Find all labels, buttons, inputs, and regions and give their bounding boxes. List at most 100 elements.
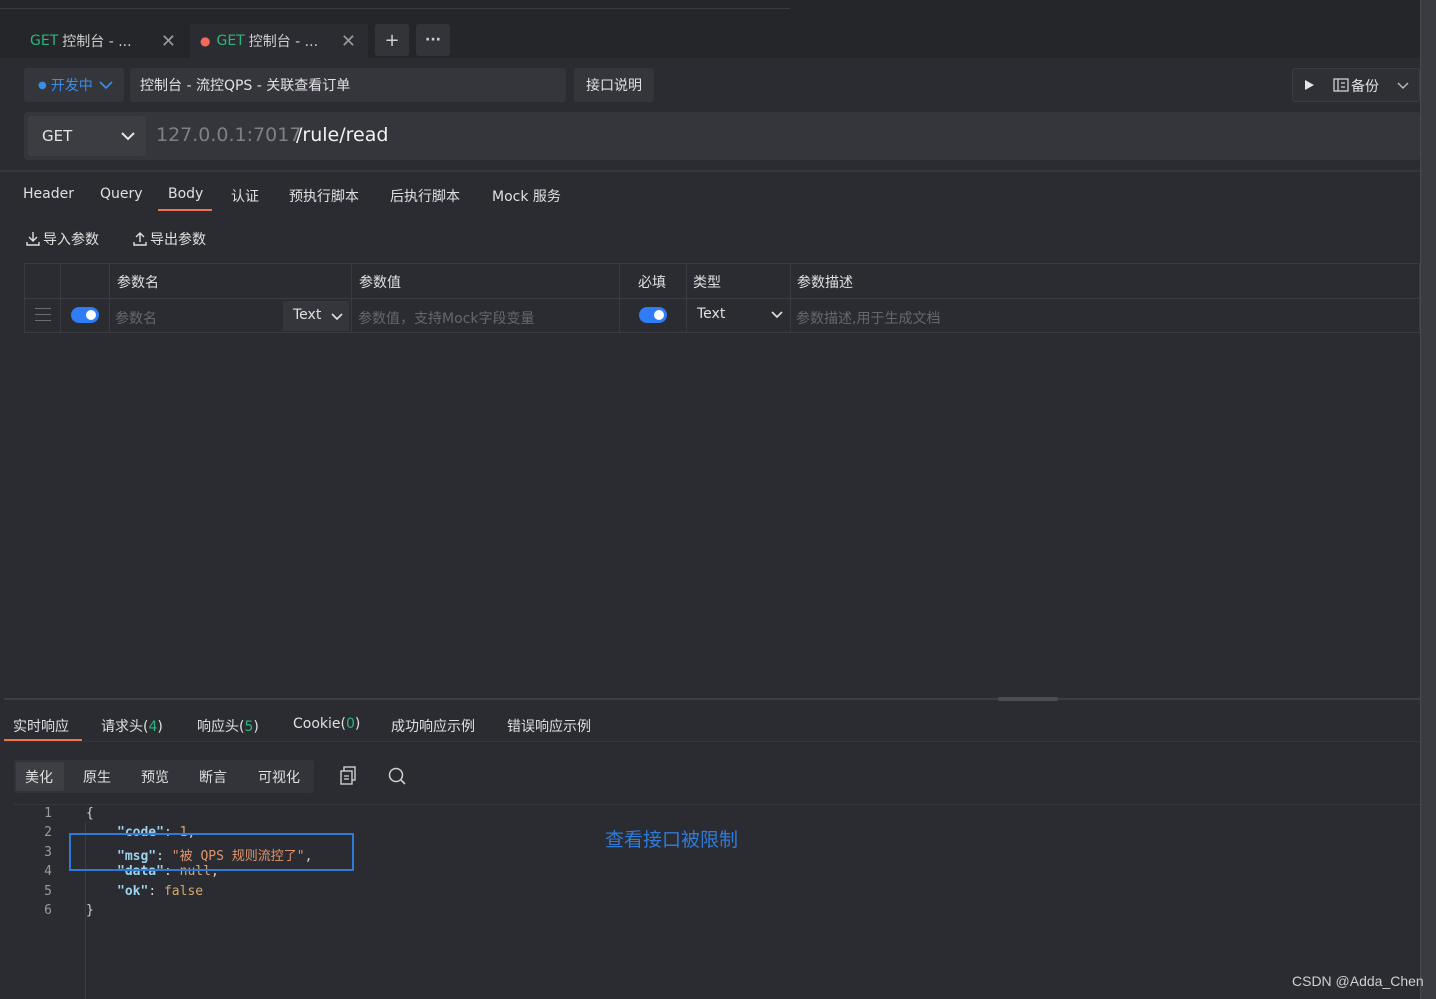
watermark: CSDN @Adda_Chen bbox=[1292, 973, 1424, 989]
divider bbox=[4, 741, 1420, 742]
download-icon bbox=[26, 232, 40, 246]
header-param-value: 参数值 bbox=[359, 275, 401, 291]
paren: ) bbox=[354, 716, 361, 732]
tab-post-script[interactable]: 后执行脚本 bbox=[390, 186, 460, 206]
import-params-button[interactable]: 导入参数 bbox=[25, 229, 99, 249]
chevron-down-icon bbox=[331, 313, 343, 321]
tab-bar: GET 控制台 - ... ✕ ● GET 控制台 - ... ✕ + ··· bbox=[0, 0, 1420, 58]
paren: ) bbox=[157, 719, 163, 735]
tab-cookie[interactable]: Cookie(0) bbox=[293, 716, 360, 732]
line-number: 5 bbox=[44, 884, 52, 899]
view-visualize[interactable]: 可视化 bbox=[258, 767, 300, 787]
required-toggle[interactable] bbox=[639, 307, 667, 323]
tab-request-headers[interactable]: 请求头(4) bbox=[101, 716, 163, 736]
api-path[interactable]: 控制台 - 流控QPS - 关联查看订单 bbox=[130, 68, 566, 102]
chevron-down-icon bbox=[99, 81, 113, 90]
tab-pre-script[interactable]: 预执行脚本 bbox=[289, 186, 359, 206]
header-description: 参数描述 bbox=[797, 275, 853, 291]
code-line-1: { bbox=[86, 806, 94, 821]
export-params-button[interactable]: 导出参数 bbox=[132, 229, 206, 249]
tab-label: Cookie( bbox=[293, 716, 346, 732]
status-label: 开发中 bbox=[50, 78, 93, 94]
close-icon[interactable]: ✕ bbox=[341, 31, 356, 52]
tab-request-1[interactable]: GET 控制台 - ... ✕ bbox=[20, 24, 188, 58]
upload-icon bbox=[133, 232, 147, 246]
add-tab-button[interactable]: + bbox=[375, 24, 409, 56]
line-number: 4 bbox=[44, 864, 52, 879]
status-dot-icon: ● bbox=[38, 79, 47, 91]
tab-label: 请求头( bbox=[101, 719, 149, 735]
tab-success-example[interactable]: 成功响应示例 bbox=[391, 716, 475, 736]
backup-button[interactable]: 备份 bbox=[1351, 76, 1379, 96]
header-required: 必填 bbox=[638, 275, 666, 291]
paren: ) bbox=[253, 719, 259, 735]
window-edge bbox=[1420, 0, 1436, 999]
search-icon[interactable] bbox=[387, 766, 407, 786]
code-line-6: } bbox=[86, 903, 94, 918]
url-host[interactable]: 127.0.0.1:7017 bbox=[156, 124, 301, 146]
header-type: 类型 bbox=[693, 275, 721, 291]
tab-response-headers[interactable]: 响应头(5) bbox=[197, 716, 259, 736]
status-select[interactable]: ● 开发中 bbox=[24, 68, 124, 102]
type-select-label[interactable]: Text bbox=[697, 306, 725, 322]
param-type-select[interactable]: Text bbox=[283, 301, 349, 331]
brace: { bbox=[86, 806, 94, 821]
tab-title: 控制台 - ... bbox=[62, 34, 132, 50]
tab-query[interactable]: Query bbox=[100, 186, 143, 202]
tab-title: 控制台 - ... bbox=[248, 34, 319, 50]
backup-icon bbox=[1333, 78, 1349, 92]
line-number: 1 bbox=[44, 806, 52, 821]
param-value-input[interactable]: 参数值，支持Mock字段变量 bbox=[358, 308, 534, 328]
line-number: 6 bbox=[44, 903, 52, 918]
brace: } bbox=[86, 903, 94, 918]
resize-handle[interactable] bbox=[998, 697, 1058, 701]
method-select[interactable]: GET bbox=[28, 116, 146, 156]
view-assert[interactable]: 断言 bbox=[199, 767, 227, 787]
view-raw[interactable]: 原生 bbox=[83, 767, 111, 787]
active-tab-indicator bbox=[158, 209, 212, 211]
params-table: 参数名 参数值 必填 类型 参数描述 参数名 Text 参数值，支持Mock字段… bbox=[24, 263, 1420, 333]
line-number: 3 bbox=[44, 845, 52, 860]
chevron-down-icon[interactable] bbox=[1397, 82, 1409, 90]
copy-icon[interactable] bbox=[339, 766, 357, 786]
tab-label: 响应头( bbox=[197, 719, 245, 735]
api-doc-button[interactable]: 接口说明 bbox=[574, 68, 654, 102]
tab-auth[interactable]: 认证 bbox=[231, 186, 259, 206]
run-group: 备份 bbox=[1292, 68, 1420, 102]
tab-realtime-response[interactable]: 实时响应 bbox=[13, 716, 69, 736]
view-beautify[interactable]: 美化 bbox=[25, 767, 53, 787]
method-label: GET bbox=[42, 127, 73, 145]
count-badge: 0 bbox=[345, 716, 355, 732]
chevron-down-icon bbox=[121, 132, 135, 141]
drag-handle-icon[interactable] bbox=[35, 308, 51, 326]
param-name-input[interactable]: 参数名 bbox=[115, 308, 157, 328]
divider bbox=[14, 804, 1420, 805]
tab-mock[interactable]: Mock 服务 bbox=[492, 186, 561, 206]
play-icon[interactable] bbox=[1303, 79, 1315, 91]
import-label: 导入参数 bbox=[43, 232, 99, 248]
pane-divider bbox=[4, 698, 1420, 700]
url-path[interactable]: /rule/read bbox=[296, 124, 388, 146]
param-type-label: Text bbox=[293, 307, 322, 323]
view-mode-group: 美化 原生 预览 断言 可视化 bbox=[14, 760, 314, 793]
table-header bbox=[25, 264, 1419, 299]
annotation-text: 查看接口被限制 bbox=[605, 829, 739, 851]
tab-error-example[interactable]: 错误响应示例 bbox=[507, 716, 591, 736]
header-param-name: 参数名 bbox=[117, 275, 159, 291]
param-description-input[interactable]: 参数描述,用于生成文档 bbox=[796, 308, 940, 328]
unsaved-dot-icon: ● bbox=[200, 34, 211, 48]
close-icon[interactable]: ✕ bbox=[161, 31, 176, 52]
view-preview[interactable]: 预览 bbox=[141, 767, 169, 787]
url-bar: GET 127.0.0.1:7017 /rule/read bbox=[24, 112, 1420, 160]
chevron-down-icon[interactable] bbox=[771, 311, 783, 319]
enable-toggle[interactable] bbox=[71, 307, 99, 323]
tab-header[interactable]: Header bbox=[23, 186, 74, 202]
tab-body[interactable]: Body bbox=[168, 186, 203, 202]
highlight-box bbox=[69, 833, 354, 871]
tab-request-2[interactable]: ● GET 控制台 - ... ✕ bbox=[190, 24, 368, 58]
more-button[interactable]: ··· bbox=[416, 24, 450, 56]
divider bbox=[0, 170, 1420, 172]
line-number: 2 bbox=[44, 825, 52, 840]
tab-method: GET bbox=[216, 33, 245, 49]
tab-method: GET bbox=[30, 33, 59, 49]
